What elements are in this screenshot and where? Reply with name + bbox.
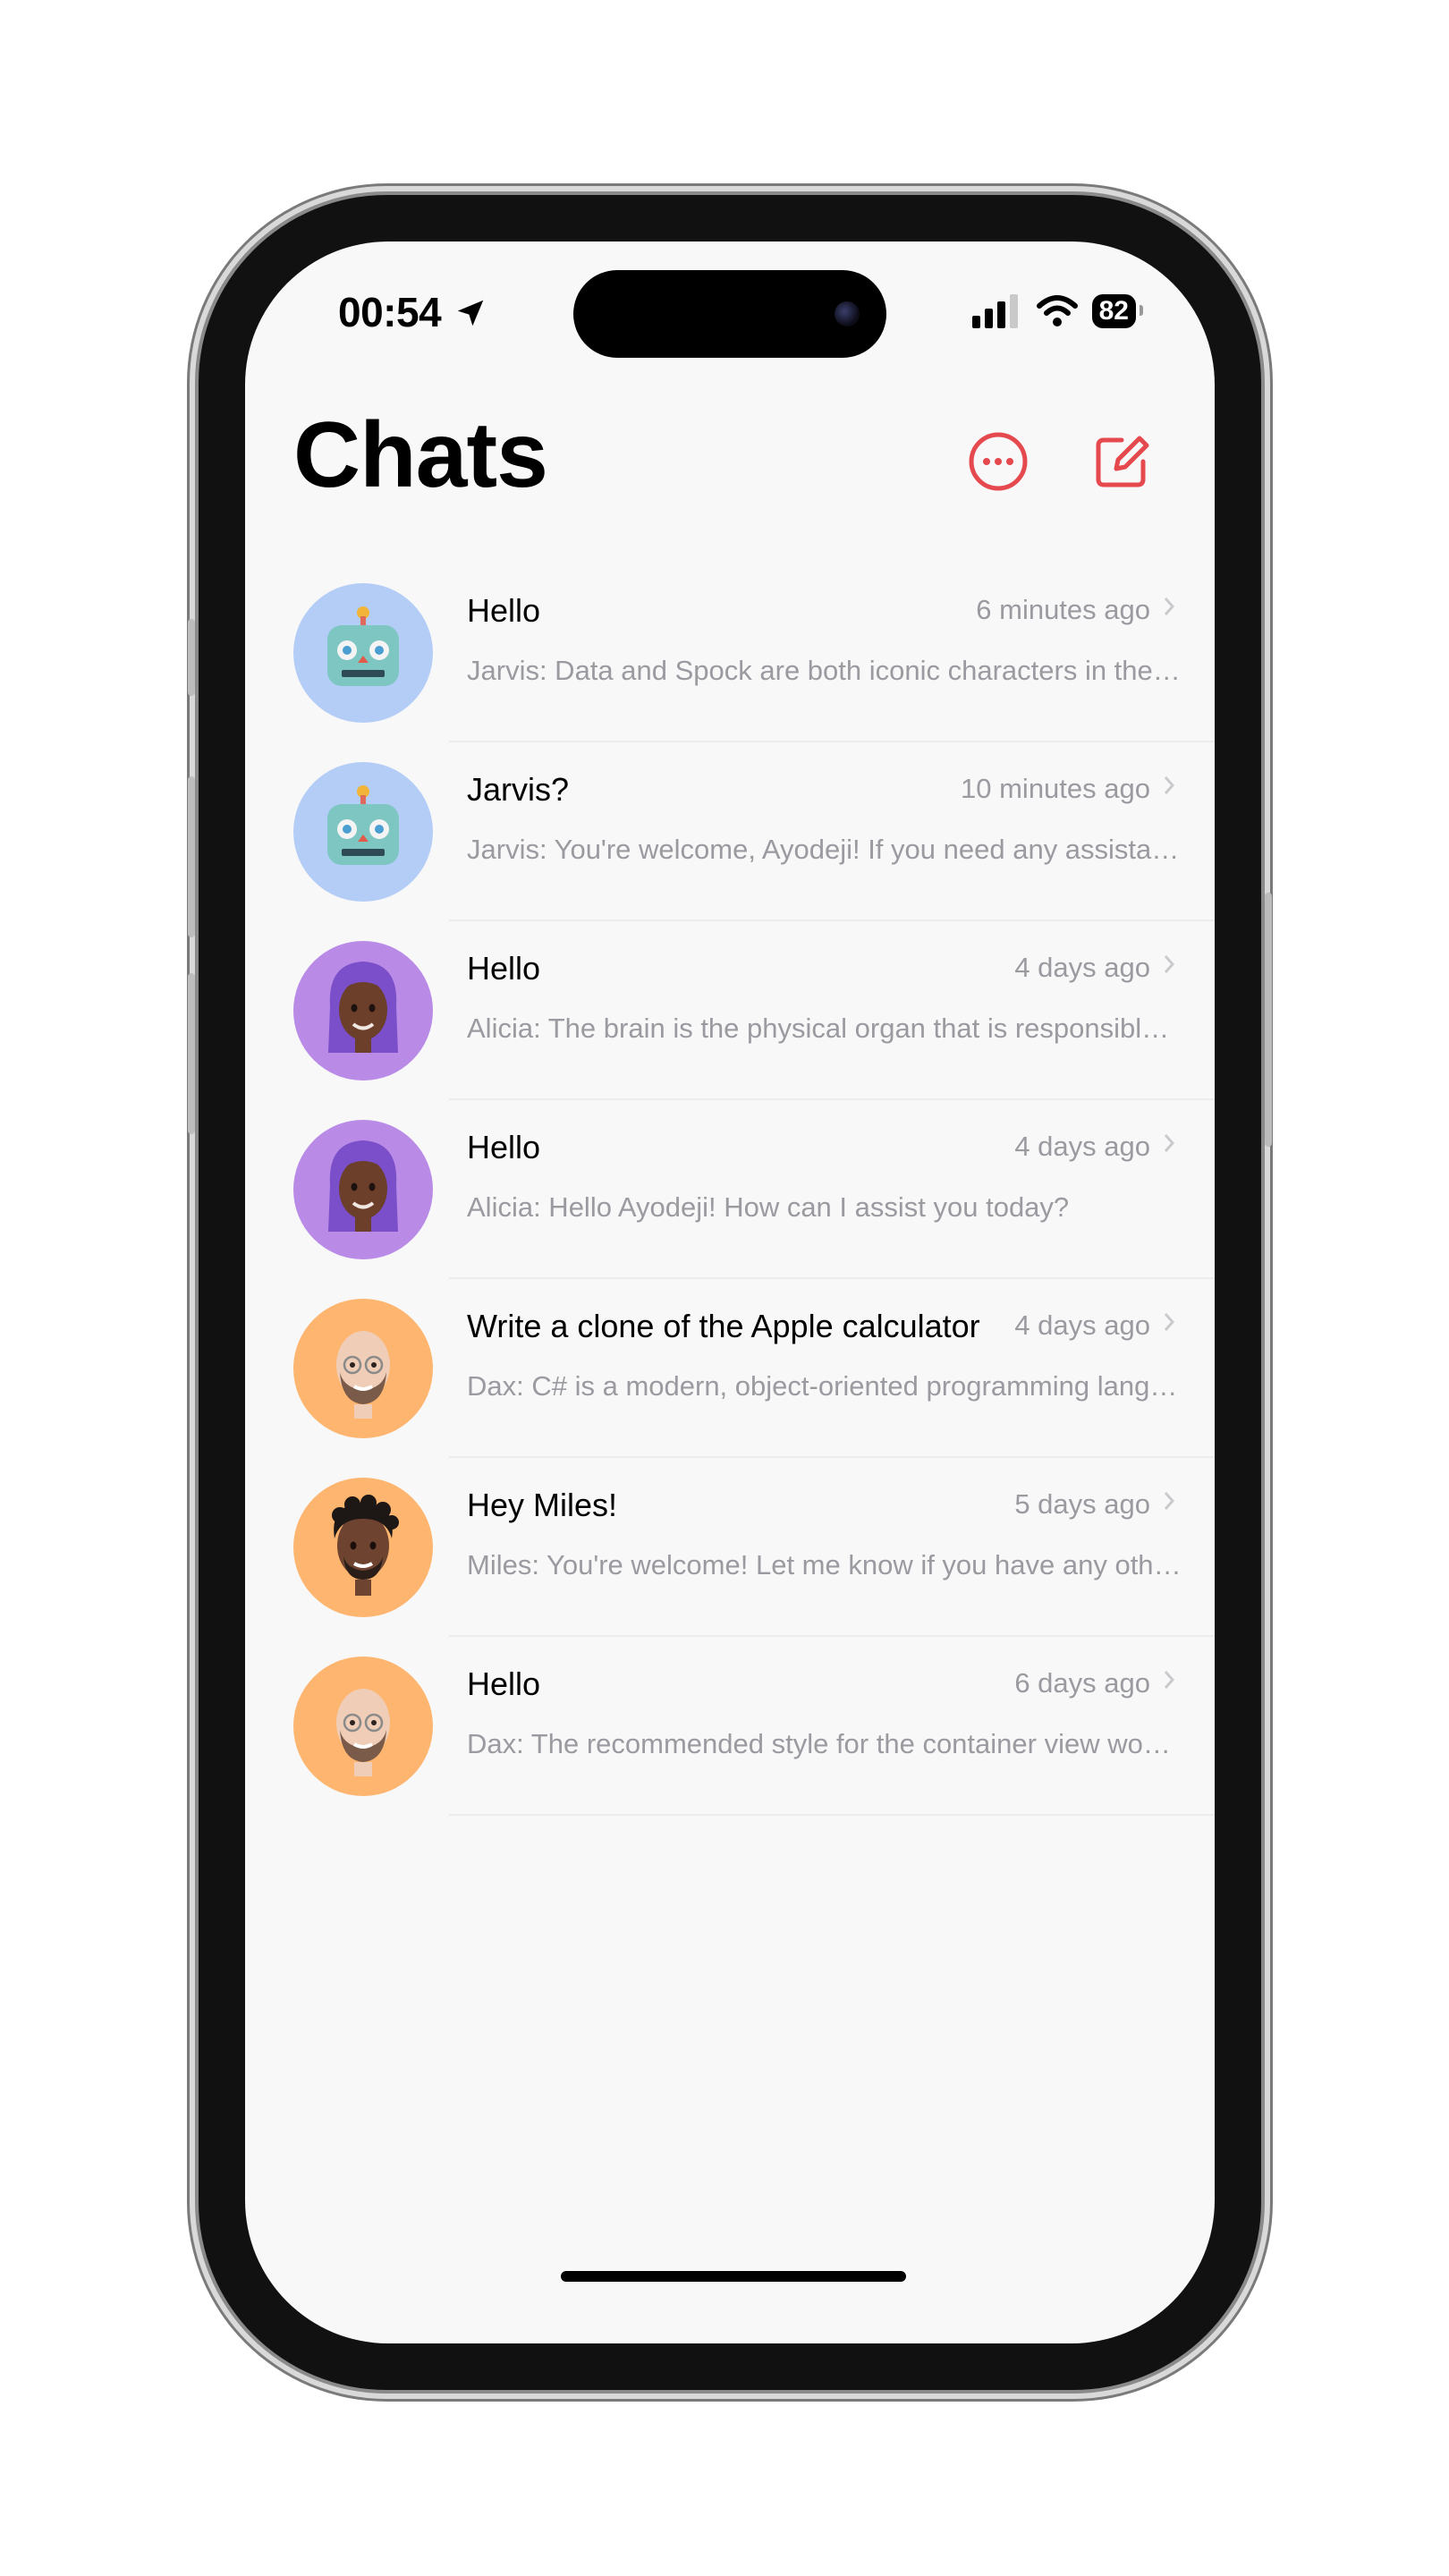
- screen: 00:54 82 Chats Hello 6 minutes ago Jarvi…: [245, 242, 1215, 2343]
- chat-preview: Alicia: Hello Ayodeji! How can I assist …: [467, 1191, 1070, 1223]
- chat-title: Hello: [467, 1129, 541, 1165]
- chat-row[interactable]: Jarvis? 10 minutes ago Jarvis: You're we…: [245, 742, 1215, 921]
- compose-button[interactable]: [1089, 429, 1154, 494]
- robot-avatar-icon: [327, 606, 399, 686]
- chat-preview: Miles: You're welcome! Let me know if yo…: [467, 1549, 1182, 1580]
- row-divider: [449, 1814, 1215, 1816]
- location-arrow-icon: [458, 300, 484, 326]
- chat-time: 4 days ago: [1014, 1131, 1150, 1162]
- chat-row[interactable]: Write a clone of the Apple calculator 4 …: [245, 1279, 1215, 1458]
- avatar-robot: [293, 583, 433, 723]
- chat-list: Hello 6 minutes ago Jarvis: Data and Spo…: [245, 564, 1215, 1816]
- chevron-right-icon: [1164, 1671, 1175, 1689]
- alicia-avatar-icon: [328, 1140, 398, 1232]
- ellipsis-circle-icon: [969, 432, 1028, 491]
- battery-indicator: 82: [1091, 294, 1144, 328]
- chevron-right-icon: [1164, 955, 1175, 973]
- chat-time: 4 days ago: [1014, 952, 1150, 983]
- chat-preview: Jarvis: Data and Spock are both iconic c…: [467, 655, 1182, 686]
- chat-title: Hey Miles!: [467, 1487, 618, 1523]
- chat-title: Hello: [467, 592, 541, 629]
- chat-time: 6 days ago: [1014, 1667, 1150, 1699]
- more-options-button[interactable]: [966, 429, 1030, 494]
- wifi-icon: [1036, 295, 1078, 326]
- miles-avatar-icon: [332, 1495, 399, 1596]
- robot-avatar-icon: [327, 785, 399, 865]
- avatar-alicia: [293, 941, 433, 1080]
- home-indicator[interactable]: [561, 2271, 906, 2282]
- power-button: [1265, 893, 1272, 1147]
- dax-avatar-icon: [336, 1331, 390, 1419]
- chat-time: 5 days ago: [1014, 1488, 1150, 1520]
- chat-title: Hello: [467, 1665, 541, 1702]
- chat-title: Hello: [467, 950, 541, 987]
- chat-row[interactable]: Hey Miles! 5 days ago Miles: You're welc…: [245, 1458, 1215, 1637]
- status-icons: 82: [971, 293, 1144, 329]
- chevron-right-icon: [1164, 776, 1175, 794]
- chat-time: 6 minutes ago: [976, 594, 1150, 625]
- square-pencil-icon: [1096, 436, 1149, 487]
- chevron-right-icon: [1164, 1313, 1175, 1331]
- front-camera: [835, 301, 860, 326]
- page-title: Chats: [293, 403, 548, 507]
- volume-up-button: [188, 776, 195, 937]
- chat-row[interactable]: Hello 4 days ago Alicia: The brain is th…: [245, 921, 1215, 1100]
- chat-row[interactable]: Hello 6 minutes ago Jarvis: Data and Spo…: [245, 564, 1215, 742]
- chevron-right-icon: [1164, 1134, 1175, 1152]
- avatar-dax: [293, 1299, 433, 1438]
- avatar-miles: [293, 1478, 433, 1617]
- chat-preview: Jarvis: You're welcome, Ayodeji! If you …: [467, 834, 1182, 865]
- avatar-alicia: [293, 1120, 433, 1259]
- chat-preview: Dax: C# is a modern, object-oriented pro…: [467, 1370, 1182, 1402]
- chat-preview: Dax: The recommended style for the conta…: [467, 1728, 1182, 1759]
- chat-row[interactable]: Hello 4 days ago Alicia: Hello Ayodeji! …: [245, 1100, 1215, 1279]
- mute-switch: [188, 619, 195, 696]
- chat-title: Write a clone of the Apple calculator: [467, 1308, 980, 1344]
- cellular-signal-icon: [971, 294, 1018, 328]
- volume-down-button: [188, 973, 195, 1134]
- chevron-right-icon: [1164, 1492, 1175, 1510]
- dax-avatar-icon: [336, 1689, 390, 1776]
- chat-title: Jarvis?: [467, 771, 570, 808]
- avatar-dax: [293, 1657, 433, 1796]
- chat-preview: Alicia: The brain is the physical organ …: [467, 1013, 1182, 1044]
- dynamic-island: [573, 270, 886, 358]
- chevron-right-icon: [1164, 597, 1175, 615]
- chat-time: 10 minutes ago: [961, 773, 1150, 804]
- phone-frame: 00:54 82 Chats Hello 6 minutes ago Jarvi…: [188, 195, 1272, 2390]
- chat-row[interactable]: Hello 6 days ago Dax: The recommended st…: [245, 1637, 1215, 1816]
- avatar-robot: [293, 762, 433, 902]
- alicia-avatar-icon: [328, 962, 398, 1053]
- status-time: 00:54: [338, 288, 487, 336]
- chat-time: 4 days ago: [1014, 1309, 1150, 1341]
